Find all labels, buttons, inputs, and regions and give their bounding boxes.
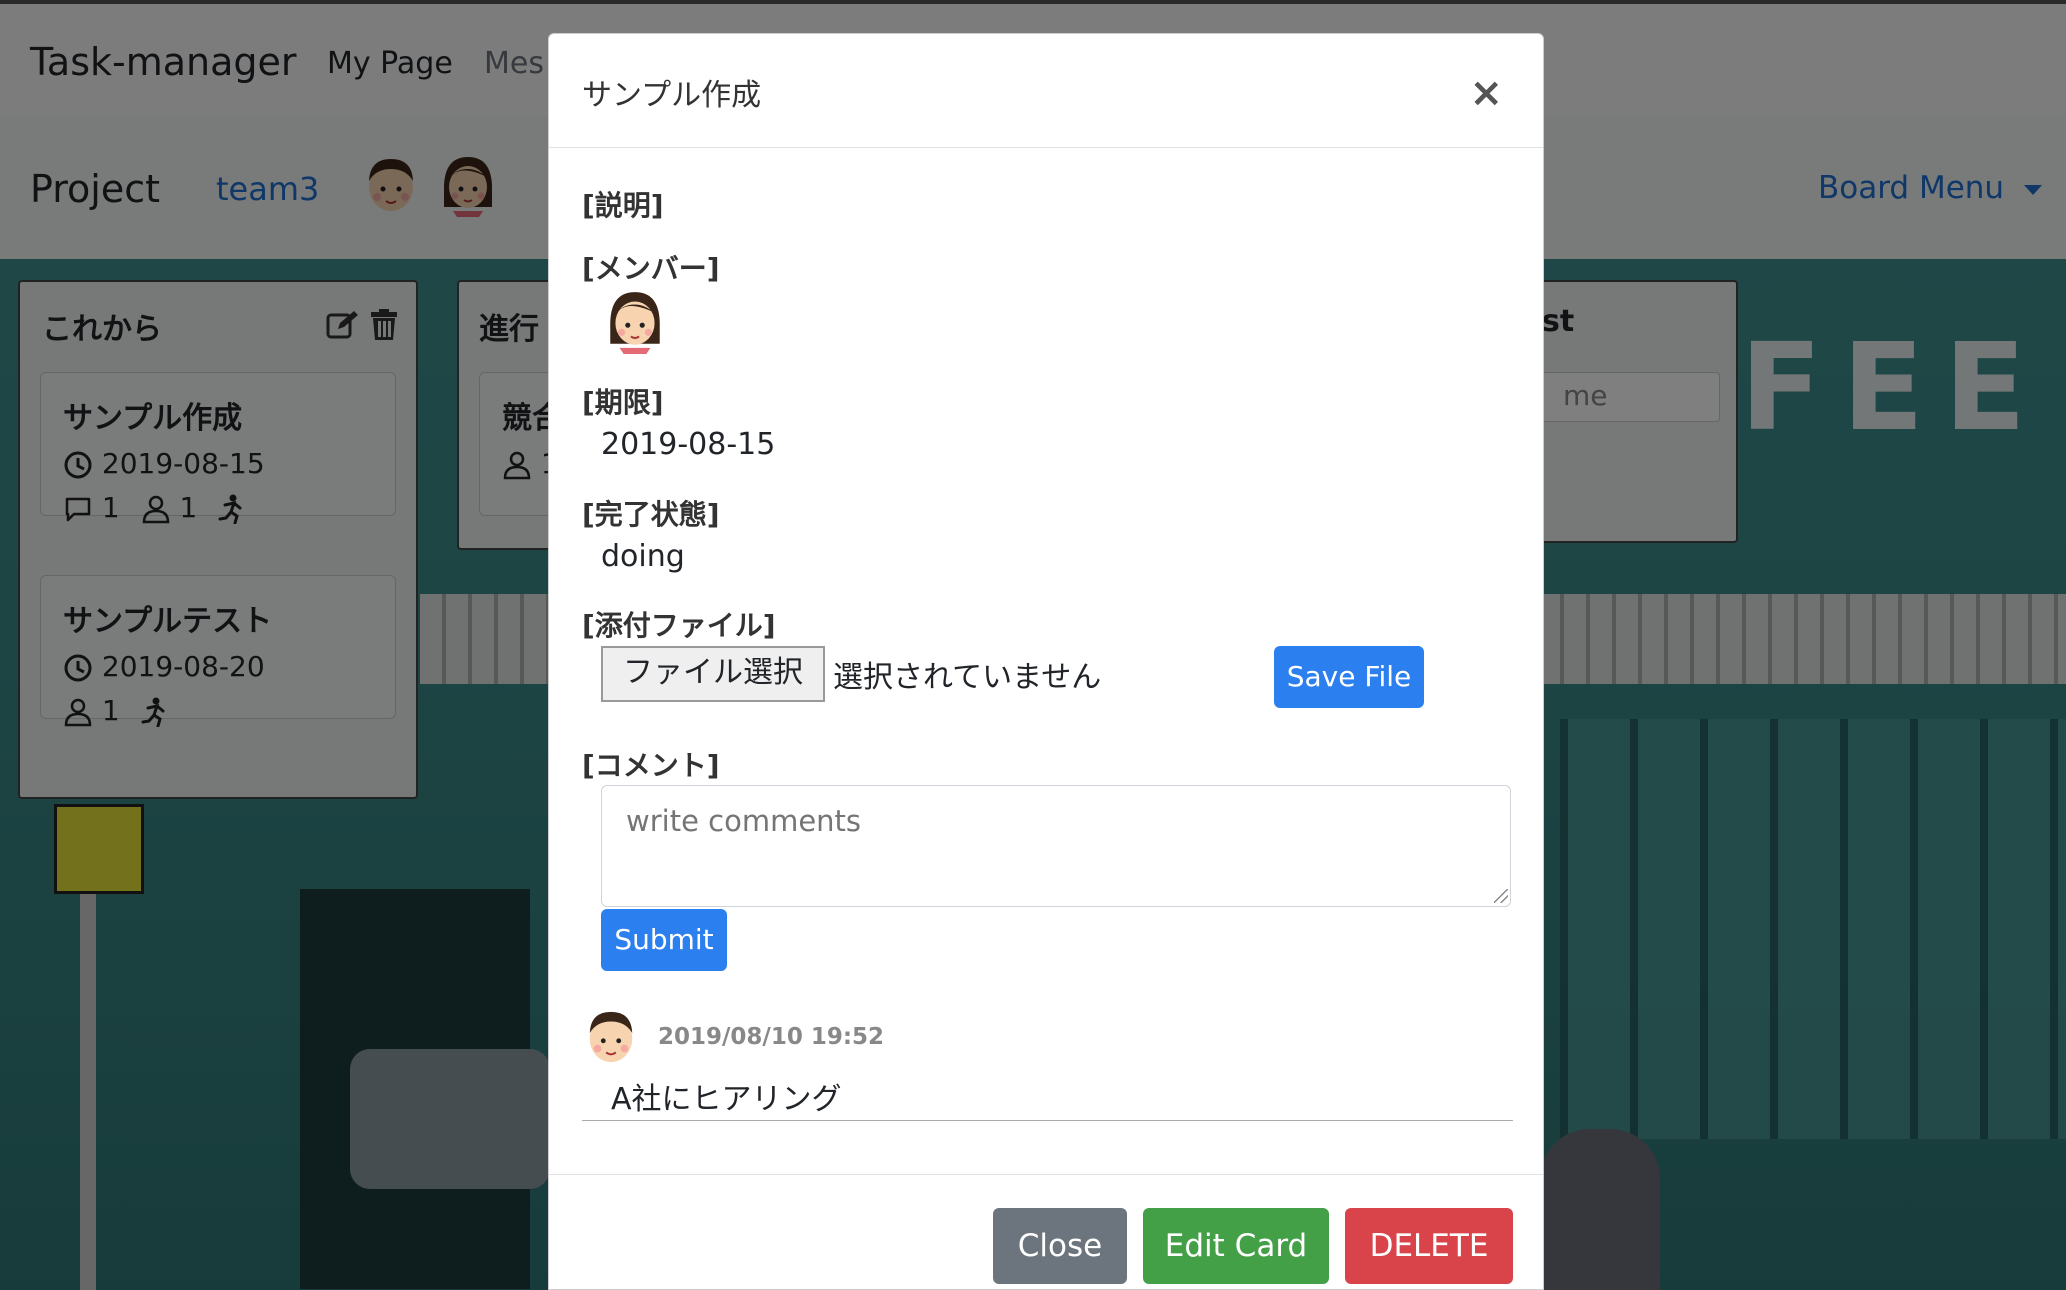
delete-card-button[interactable]: DELETE xyxy=(1345,1208,1513,1284)
close-button[interactable]: Close xyxy=(993,1208,1127,1284)
comment-label: [コメント] xyxy=(582,749,720,782)
modal-header: サンプル作成 × xyxy=(549,34,1543,148)
status-label: [完了状態] xyxy=(582,498,720,531)
textarea-resize-handle[interactable] xyxy=(1494,889,1508,903)
comment-text: A社にヒアリング xyxy=(611,1082,842,1117)
status-value: doing xyxy=(601,539,685,574)
deadline-value: 2019-08-15 xyxy=(601,427,776,462)
comment-timestamp: 2019/08/10 19:52 xyxy=(658,1024,885,1050)
card-detail-modal: サンプル作成 × [説明] [メンバー] [期限] 2019-08-15 [完了… xyxy=(548,33,1544,1290)
modal-footer-divider xyxy=(549,1174,1543,1175)
members-label: [メンバー] xyxy=(582,252,720,285)
submit-comment-button[interactable]: Submit xyxy=(601,909,727,971)
comment-author-avatar xyxy=(589,1011,633,1063)
choose-file-button[interactable]: ファイル選択 xyxy=(601,646,825,702)
description-label: [説明] xyxy=(582,189,664,222)
member-avatar-female[interactable] xyxy=(605,286,665,354)
comment-divider xyxy=(582,1120,1513,1121)
file-status-text: 選択されていません xyxy=(833,660,1102,695)
deadline-label: [期限] xyxy=(582,386,664,419)
attachment-label: [添付ファイル] xyxy=(582,609,776,642)
close-icon[interactable]: × xyxy=(1469,70,1503,116)
modal-title: サンプル作成 xyxy=(582,78,762,113)
comment-textarea[interactable] xyxy=(601,785,1511,907)
save-file-button[interactable]: Save File xyxy=(1274,646,1424,708)
edit-card-button[interactable]: Edit Card xyxy=(1143,1208,1329,1284)
